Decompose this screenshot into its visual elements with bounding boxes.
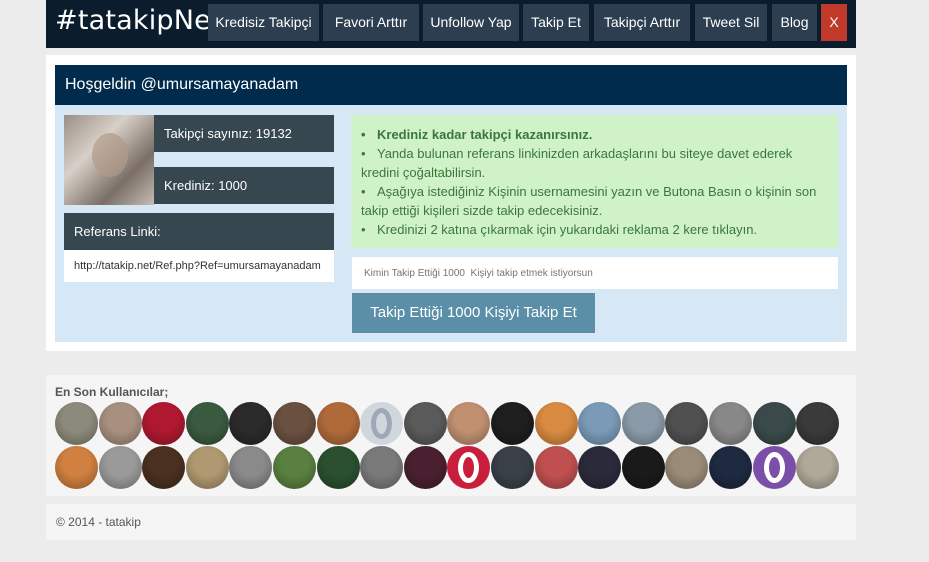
user-avatar[interactable]: [403, 402, 447, 445]
user-avatar[interactable]: [360, 402, 404, 445]
profile-avatar: [64, 115, 154, 205]
user-avatar[interactable]: [142, 446, 186, 489]
bullet-icon: •: [361, 222, 366, 237]
user-avatar[interactable]: [316, 446, 360, 489]
bullet-icon: •: [361, 146, 366, 161]
user-avatar[interactable]: [447, 402, 491, 445]
logout-button[interactable]: X: [821, 4, 847, 41]
referral-link-field[interactable]: [64, 250, 334, 282]
follow-submit-button[interactable]: Takip Ettiği 1000 Kişiyi Takip Et: [352, 293, 595, 333]
user-avatar[interactable]: [273, 402, 316, 445]
user-avatar[interactable]: [98, 402, 142, 445]
user-avatar[interactable]: [491, 402, 534, 445]
user-avatar[interactable]: [185, 446, 229, 489]
user-avatar[interactable]: [491, 446, 534, 489]
footer: © 2014 - tatakip: [46, 504, 856, 540]
credits-count: Krediniz: 1000: [154, 167, 334, 204]
user-avatar[interactable]: [578, 402, 622, 445]
user-avatar[interactable]: [447, 446, 491, 489]
brand-logo[interactable]: #tatakipNet: [55, 5, 222, 36]
nav-unfollow-yap[interactable]: Unfollow Yap: [423, 4, 519, 41]
user-avatar[interactable]: [55, 446, 98, 489]
target-username-input[interactable]: [352, 257, 838, 289]
user-avatar[interactable]: [665, 446, 709, 489]
user-avatar[interactable]: [360, 446, 404, 489]
user-avatar[interactable]: [55, 402, 98, 445]
user-avatar[interactable]: [578, 446, 622, 489]
nav-tweet-sil[interactable]: Tweet Sil: [695, 4, 767, 41]
user-avatar[interactable]: [534, 402, 578, 445]
bullet-icon: •: [361, 127, 366, 142]
user-avatar[interactable]: [796, 446, 840, 489]
nav-kredisiz-takipci[interactable]: Kredisiz Takipçi: [208, 4, 319, 41]
placeholder-ring-icon: [371, 408, 393, 439]
welcome-header: Hoşgeldin @umursamayanadam: [55, 65, 847, 105]
user-avatar[interactable]: [796, 402, 840, 445]
user-avatar[interactable]: [621, 402, 665, 445]
user-avatar[interactable]: [142, 402, 186, 445]
user-avatar[interactable]: [534, 446, 578, 489]
user-avatar[interactable]: [621, 446, 665, 489]
info-line: • Aşağıya istediğiniz Kişinin usernamesin…: [361, 184, 817, 218]
info-line: • Yanda bulunan referans linkinizden arka…: [361, 146, 793, 180]
panel-body: Takipçi sayınız: 19132 Krediniz: 1000 Re…: [55, 105, 847, 342]
user-avatar[interactable]: [229, 446, 273, 489]
user-avatar[interactable]: [709, 446, 752, 489]
dashboard-card: Hoşgeldin @umursamayanadam Takipçi sayın…: [46, 55, 856, 351]
top-navbar: #tatakipNet Kredisiz Takipçi Favori Artt…: [46, 0, 856, 48]
nav-favori-arttir[interactable]: Favori Arttır: [323, 4, 419, 41]
user-avatar[interactable]: [709, 402, 752, 445]
user-avatar[interactable]: [229, 402, 273, 445]
user-avatar[interactable]: [98, 446, 142, 489]
user-avatar[interactable]: [403, 446, 447, 489]
user-avatar[interactable]: [273, 446, 316, 489]
latest-users-card: En Son Kullanıcılar;: [46, 375, 856, 496]
placeholder-ring-icon: [458, 452, 480, 483]
nav-takipci-arttir[interactable]: Takipçi Arttır: [594, 4, 690, 41]
nav-takip-et[interactable]: Takip Et: [523, 4, 589, 41]
placeholder-ring-icon: [763, 452, 785, 483]
info-alert: • Krediniz kadar takipçi kazanırsınız. • Y…: [351, 115, 838, 248]
info-line: • Kredinizi 2 katına çıkarmak için yukarı…: [361, 222, 758, 237]
user-avatar[interactable]: [752, 446, 796, 489]
referral-label: Referans Linki:: [64, 213, 334, 250]
user-avatar[interactable]: [185, 402, 229, 445]
bullet-icon: •: [361, 184, 366, 199]
user-avatar[interactable]: [316, 402, 360, 445]
user-avatar[interactable]: [665, 402, 709, 445]
info-line: • Krediniz kadar takipçi kazanırsınız.: [361, 127, 593, 142]
latest-users-title: En Son Kullanıcılar;: [55, 385, 169, 399]
followers-count: Takipçi sayınız: 19132: [154, 115, 334, 152]
user-avatar[interactable]: [752, 402, 796, 445]
nav-blog[interactable]: Blog: [772, 4, 817, 41]
